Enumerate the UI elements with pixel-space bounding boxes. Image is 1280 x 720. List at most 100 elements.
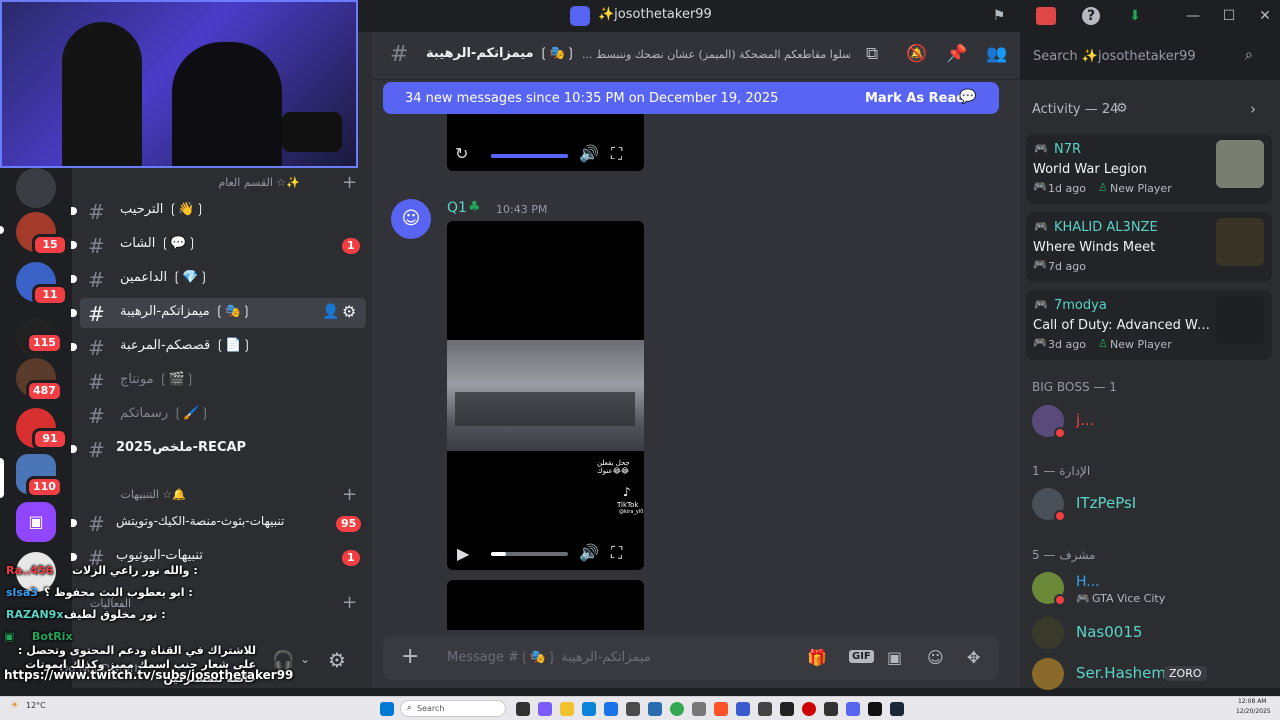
- mark-as-read-button[interactable]: Mark As Read: [865, 91, 966, 106]
- message-composer[interactable]: + Message #❲🎭❳ ميمزاتكم-الرهيبة 🎁 GIF ▣ …: [383, 636, 999, 680]
- server-badge: 91: [32, 428, 68, 450]
- gift-icon[interactable]: 🎁: [807, 648, 827, 667]
- volume-icon[interactable]: 🔊: [579, 144, 599, 163]
- channel-item[interactable]: # الشات ❲💬❳ 1: [71, 230, 366, 260]
- twitch-server-icon[interactable]: ▣: [16, 502, 56, 542]
- activity-game: World War Legion: [1033, 162, 1147, 177]
- avatar: 🎮: [1034, 298, 1048, 311]
- channel-topic[interactable]: ... ارسلوا مقاطعكم المضحكة (الميمز) عشان…: [582, 48, 850, 61]
- member-item[interactable]: ITzPePsI: [1032, 488, 1262, 524]
- member-activity: GTA Vice City: [1092, 592, 1166, 605]
- video-progress[interactable]: [491, 154, 568, 158]
- file-explorer-icon[interactable]: [560, 702, 574, 716]
- close-icon[interactable]: ✕: [1256, 7, 1274, 25]
- activity-tag: New Player: [1110, 338, 1172, 351]
- channel-item-active[interactable]: # ميمزاتكم-الرهيبة ❲🎭❳ 👤 ⚙: [71, 298, 366, 328]
- channel-name: قصصكم-المرعبة ❲📄❳: [120, 338, 253, 353]
- chrome-icon[interactable]: [670, 702, 684, 716]
- activity-card[interactable]: 🎮 N7R World War Legion 🎮 1d ago ♙ New Pl…: [1026, 134, 1272, 204]
- flag-icon[interactable]: ⚑: [990, 7, 1008, 25]
- recording-icon[interactable]: [1036, 7, 1056, 25]
- app-icon[interactable]: [692, 702, 706, 716]
- minimize-icon[interactable]: —: [1184, 7, 1202, 25]
- play-icon[interactable]: ▶: [457, 544, 469, 563]
- app-icon[interactable]: [758, 702, 772, 716]
- channel-item[interactable]: # ملخص2025-RECAP: [71, 434, 366, 464]
- member-item[interactable]: j...: [1032, 405, 1262, 441]
- hash-icon: #: [88, 268, 105, 292]
- avatar[interactable]: ☺: [391, 199, 431, 239]
- app-icon[interactable]: [736, 702, 750, 716]
- app-icon[interactable]: [868, 702, 882, 716]
- obs-icon[interactable]: [802, 702, 816, 716]
- apps-icon[interactable]: ✥: [967, 648, 980, 667]
- gear-icon[interactable]: ⚙: [342, 302, 356, 321]
- app-icon[interactable]: [538, 702, 552, 716]
- dnd-status-icon: [1054, 510, 1066, 522]
- channel-item[interactable]: # قصصكم-المرعبة ❲📄❳: [71, 332, 366, 362]
- add-channel-icon[interactable]: +: [342, 172, 357, 193]
- search-box[interactable]: Search ✨josothetaker99 ⌕: [1025, 41, 1267, 72]
- channel-item[interactable]: # الداعمين ❲💎❳: [71, 264, 366, 294]
- server-badge: 115: [26, 332, 63, 354]
- brave-icon[interactable]: [714, 702, 728, 716]
- task-view-icon[interactable]: [516, 702, 530, 716]
- channel-item[interactable]: # رسماتكم ❲🖌️❳: [80, 400, 366, 430]
- windows-taskbar: ☀ 12°C ⌕ Search 12:08 AM 12/20/2025: [0, 696, 1280, 720]
- help-icon[interactable]: ?: [1082, 7, 1100, 25]
- video-progress[interactable]: [491, 552, 568, 556]
- search-icon: ⌕: [407, 703, 412, 712]
- channel-item[interactable]: # مونتاج ❲🎬❳: [80, 366, 366, 396]
- category-alerts[interactable]: التنبيهات ☆🔔: [90, 488, 186, 501]
- activity-card[interactable]: 🎮 7modya Call of Duty: Advanced Wa... 🎮 …: [1026, 290, 1272, 360]
- video-frame: [447, 340, 644, 451]
- add-attachment-icon[interactable]: +: [401, 644, 419, 669]
- threads-icon[interactable]: ⧉: [866, 44, 878, 64]
- chevron-right-icon[interactable]: ›: [1250, 100, 1256, 118]
- pin-icon[interactable]: 📌: [946, 44, 967, 64]
- steam-icon[interactable]: [890, 702, 904, 716]
- channel-item[interactable]: # تنبيهات-بثوث-منصة-الكيك-وتويتش 95: [71, 508, 366, 538]
- category-general[interactable]: القسم العام ☆✨: [90, 176, 300, 189]
- mute-bell-icon[interactable]: 🔕: [906, 44, 927, 64]
- member-name: Ser.Hashem: [1076, 664, 1166, 682]
- message-input[interactable]: Message #❲🎭❳ ميمزاتكم-الرهيبة: [447, 650, 651, 665]
- weather-icon[interactable]: ☀: [10, 700, 19, 711]
- member-item[interactable]: Ser.Hashem ZORO: [1032, 658, 1262, 694]
- server-icon[interactable]: [16, 168, 56, 208]
- members-icon[interactable]: 👥: [986, 44, 1007, 64]
- fullscreen-icon[interactable]: ⛶: [611, 543, 622, 563]
- message-author[interactable]: Q1: [447, 200, 467, 216]
- maximize-icon[interactable]: ☐: [1220, 7, 1238, 25]
- gif-icon[interactable]: GIF: [849, 650, 874, 663]
- invite-icon[interactable]: 👤: [322, 304, 339, 320]
- edge-icon[interactable]: [582, 702, 596, 716]
- tiktok-handle: @kira_yl0: [619, 509, 644, 515]
- emoji-icon[interactable]: ☺: [927, 648, 944, 667]
- app-icon[interactable]: [626, 702, 640, 716]
- add-channel-icon[interactable]: +: [342, 484, 357, 505]
- activity-card[interactable]: 🎮 KHALID AL3NZE Where Winds Meet 🎮 7d ag…: [1026, 212, 1272, 282]
- video-player[interactable]: جحل يقعلن عنوك😂😂 ♪ TikTok @kira_yl0 ▶ 🔊 …: [447, 221, 644, 570]
- app-icon[interactable]: [824, 702, 838, 716]
- message-time: 10:43 PM: [496, 203, 548, 216]
- app-icon[interactable]: [648, 702, 662, 716]
- volume-icon[interactable]: 🔊: [579, 543, 599, 562]
- video-player[interactable]: [447, 580, 644, 630]
- new-messages-bar[interactable]: 34 new messages since 10:35 PM on Decemb…: [383, 82, 999, 114]
- download-icon[interactable]: ⬇: [1126, 7, 1144, 25]
- taskbar-search[interactable]: ⌕ Search: [400, 700, 506, 717]
- app-icon[interactable]: [780, 702, 794, 716]
- channel-item[interactable]: # الترحيب ❲👋❳: [71, 196, 366, 226]
- discord-icon[interactable]: [846, 702, 860, 716]
- gear-icon[interactable]: ⚙: [1116, 101, 1128, 116]
- windows-start-icon[interactable]: [380, 702, 394, 716]
- fullscreen-icon[interactable]: ⛶: [611, 144, 622, 164]
- sticker-icon[interactable]: ▣: [887, 648, 902, 667]
- replay-icon[interactable]: ↻: [455, 144, 468, 163]
- member-item[interactable]: H... 🎮 GTA Vice City: [1032, 572, 1262, 608]
- member-item[interactable]: Nas0015: [1032, 617, 1262, 653]
- member-section-title: الإدارة — 1: [1032, 464, 1091, 478]
- video-player[interactable]: ↻ 🔊 ⛶: [447, 114, 644, 171]
- app-icon[interactable]: [604, 702, 618, 716]
